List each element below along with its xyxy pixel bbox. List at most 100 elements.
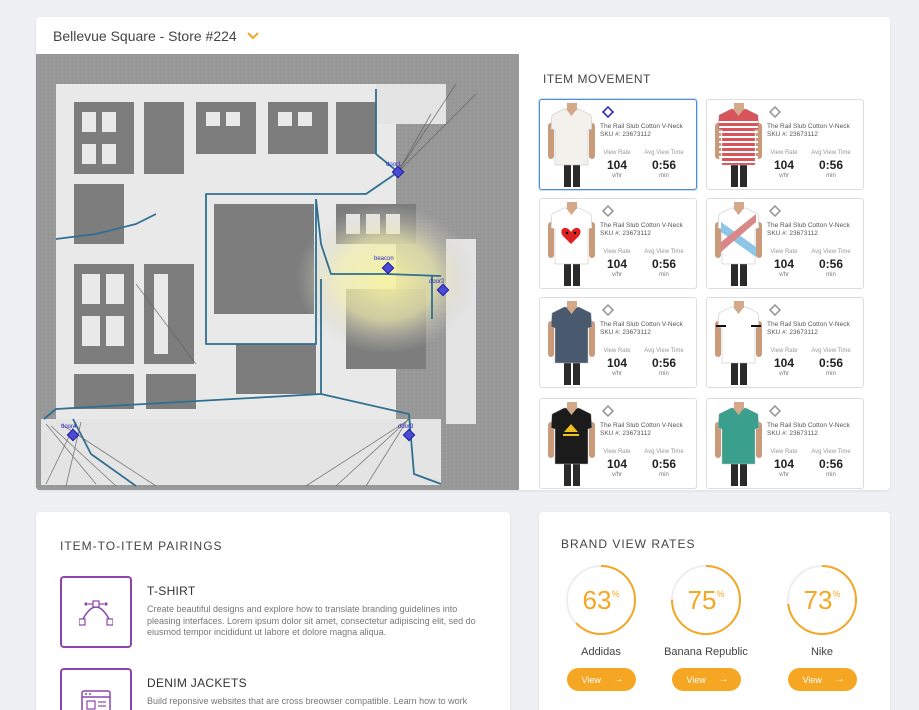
percent-sign: %: [832, 589, 841, 599]
item-card[interactable]: The Rail Slub Cotton V-Neck SKU #: 23673…: [706, 297, 864, 388]
brand-name: Nike: [810, 646, 833, 658]
stat-unit: v/hr: [611, 371, 622, 377]
arrow-right-icon: →: [613, 674, 624, 685]
percent-sign: %: [611, 589, 620, 599]
pairing-title: T-SHIRT: [147, 584, 196, 598]
brand-rate: 73% Nike View →: [767, 564, 877, 691]
item-name: The Rail Slub Cotton V-Neck: [767, 321, 850, 328]
stat-value: 104: [773, 257, 795, 271]
view-button[interactable]: View →: [787, 668, 857, 691]
stat-unit: v/hr: [778, 272, 789, 278]
percent-value: 75: [687, 584, 717, 615]
section-title: BRAND VIEW RATES: [561, 537, 696, 551]
stat-unit: min: [659, 472, 669, 478]
percent-gauge: 75%: [670, 564, 742, 636]
stat-unit: min: [826, 472, 836, 478]
view-button-label: View: [581, 674, 601, 685]
item-sku: SKU #: 23673112: [600, 131, 651, 138]
stat-label: View Rate: [603, 150, 631, 156]
diamond-icon: [602, 304, 614, 316]
stat-unit: v/hr: [611, 272, 622, 278]
diamond-icon: [602, 405, 614, 417]
item-card[interactable]: The Rail Slub Cotton V-Neck SKU #: 23673…: [706, 398, 864, 489]
avg-view-time-stat: Avg View Time 0:56 min: [640, 150, 688, 179]
browser-window-icon: [60, 668, 132, 710]
item-name: The Rail Slub Cotton V-Neck: [600, 123, 683, 130]
section-title: ITEM MOVEMENT: [543, 72, 651, 86]
product-image: [715, 202, 762, 286]
stat-label: View Rate: [770, 249, 798, 255]
stat-label: View Rate: [770, 150, 798, 156]
stat-value: 0:56: [651, 257, 677, 271]
stat-unit: min: [659, 272, 669, 278]
beacon-label: beacon: [374, 256, 394, 262]
item-card[interactable]: The Rail Slub Cotton V-Neck SKU #: 23673…: [539, 398, 697, 489]
product-image: [548, 402, 595, 486]
door-label: door1: [386, 162, 402, 168]
stat-label: View Rate: [603, 348, 631, 354]
chevron-down-icon: [246, 31, 259, 39]
brand-name: Banana Republic: [664, 646, 748, 658]
stat-value: 0:56: [818, 356, 844, 370]
stat-unit: v/hr: [778, 472, 789, 478]
item-name: The Rail Slub Cotton V-Neck: [600, 222, 683, 229]
stat-label: Avg View Time: [811, 449, 851, 455]
product-image: [715, 103, 762, 187]
door-label: door2: [429, 279, 445, 285]
stat-unit: min: [826, 272, 836, 278]
item-card[interactable]: The Rail Slub Cotton V-Neck SKU #: 23673…: [539, 99, 697, 190]
stat-value: 0:56: [818, 158, 844, 172]
pairings-card: ITEM-TO-ITEM PAIRINGS T-SHIRT Create bea…: [36, 512, 510, 710]
stat-unit: min: [659, 173, 669, 179]
view-button[interactable]: View →: [671, 668, 741, 691]
item-card[interactable]: The Rail Slub Cotton V-Neck SKU #: 23673…: [706, 99, 864, 190]
product-image: [548, 202, 595, 286]
avg-view-time-stat: Avg View Time 0:56 min: [640, 249, 688, 278]
stat-value: 104: [606, 356, 628, 370]
diamond-icon: [769, 205, 781, 217]
brand-view-rates-card: BRAND VIEW RATES 63% Addidas View → 75%: [539, 512, 890, 710]
stat-value: 104: [606, 257, 628, 271]
product-image: [715, 402, 762, 486]
stat-label: Avg View Time: [811, 249, 851, 255]
item-card[interactable]: The Rail Slub Cotton V-Neck SKU #: 23673…: [706, 198, 864, 289]
avg-view-time-stat: Avg View Time 0:56 min: [807, 150, 855, 179]
view-rate-stat: View Rate 104 v/hr: [593, 249, 641, 278]
item-card[interactable]: The Rail Slub Cotton V-Neck SKU #: 23673…: [539, 198, 697, 289]
diamond-icon: [602, 106, 614, 118]
stat-label: View Rate: [770, 348, 798, 354]
stat-label: Avg View Time: [811, 150, 851, 156]
pairing-description: Create beautiful designs and explore how…: [147, 604, 476, 637]
stat-value: 104: [773, 158, 795, 172]
stat-label: View Rate: [603, 249, 631, 255]
stat-label: View Rate: [770, 449, 798, 455]
item-card[interactable]: The Rail Slub Cotton V-Neck SKU #: 23673…: [539, 297, 697, 388]
pairing-title: DENIM JACKETS: [147, 676, 247, 690]
avg-view-time-stat: Avg View Time 0:56 min: [807, 449, 855, 478]
item-sku: SKU #: 23673112: [600, 329, 651, 336]
pairing-description: Build reponsive websites that are cross …: [147, 696, 468, 706]
diamond-icon: [769, 106, 781, 118]
view-rate-stat: View Rate 104 v/hr: [593, 150, 641, 179]
avg-view-time-stat: Avg View Time 0:56 min: [640, 348, 688, 377]
stat-unit: v/hr: [778, 371, 789, 377]
section-title: ITEM-TO-ITEM PAIRINGS: [60, 539, 223, 553]
store-selector[interactable]: Bellevue Square - Store #224: [36, 17, 890, 54]
view-rate-stat: View Rate 104 v/hr: [760, 449, 808, 478]
store-floor-map[interactable]: door1 beacon door2 door3 door4: [36, 54, 519, 490]
stat-value: 104: [606, 158, 628, 172]
item-movement-panel: ITEM MOVEMENT The Rail Slub Cotton V-Nec…: [519, 54, 890, 490]
stat-unit: min: [826, 173, 836, 179]
arrow-right-icon: →: [718, 674, 729, 685]
view-rate-stat: View Rate 104 v/hr: [593, 449, 641, 478]
door-label: door4: [61, 424, 77, 430]
view-rate-stat: View Rate 104 v/hr: [760, 348, 808, 377]
stat-unit: v/hr: [778, 173, 789, 179]
store-card: Bellevue Square - Store #224 door1 beaco…: [36, 17, 890, 490]
stat-label: View Rate: [603, 449, 631, 455]
view-button[interactable]: View →: [566, 668, 636, 691]
stat-unit: min: [826, 371, 836, 377]
view-rate-stat: View Rate 104 v/hr: [593, 348, 641, 377]
diamond-icon: [769, 405, 781, 417]
stat-value: 0:56: [818, 257, 844, 271]
